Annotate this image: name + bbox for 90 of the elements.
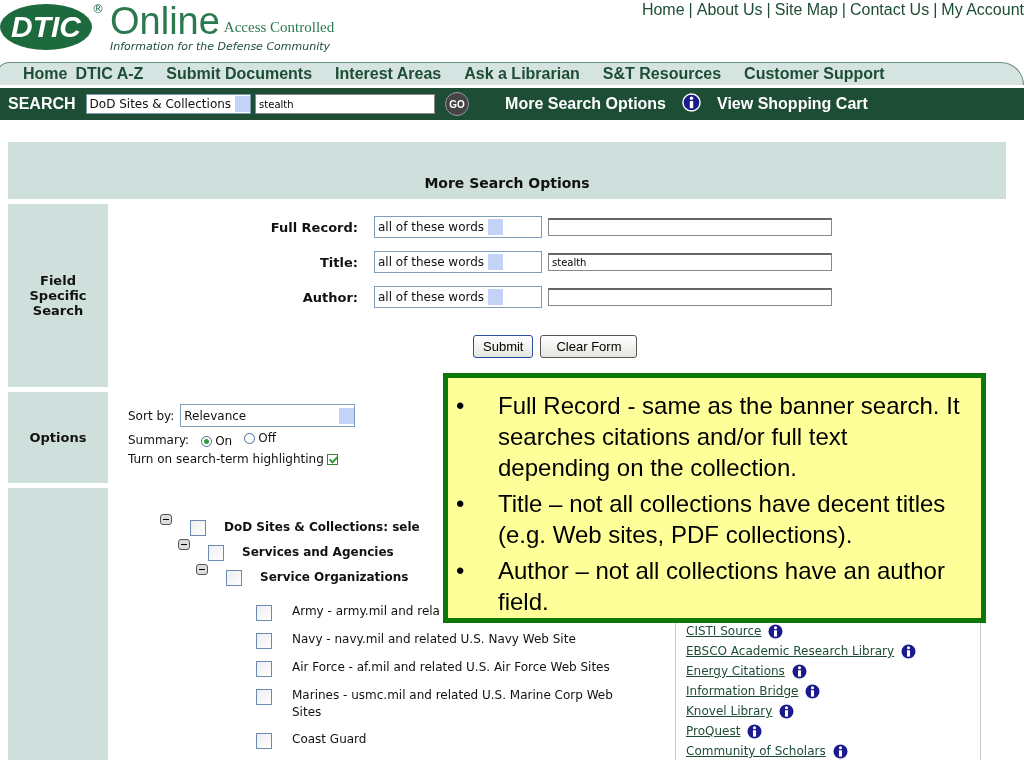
collapse-toggle-icon[interactable] [160, 514, 172, 525]
field-label: Author: [301, 289, 359, 305]
checkbox[interactable] [256, 633, 272, 649]
nav-link[interactable]: Ask a Librarian [464, 65, 580, 83]
section-heading: Field Specific Search [8, 204, 108, 387]
nav-link[interactable]: S&T Resources [602, 65, 722, 83]
scope-dropdown[interactable]: DoD Sites & Collections [85, 94, 252, 114]
radio-label: On [215, 434, 233, 448]
sort-label: Sort by: [128, 408, 175, 423]
resource-link[interactable]: Community of Scholars [686, 744, 826, 758]
top-link[interactable]: Site Map [774, 1, 838, 60]
search-field[interactable]: stealth [255, 94, 436, 114]
checkbox[interactable] [226, 570, 242, 586]
registered-mark: ® [92, 2, 104, 16]
top-link[interactable]: My Account [941, 1, 1024, 60]
search-label: SEARCH [8, 95, 76, 113]
nav-link[interactable]: DTIC A-Z [75, 65, 144, 83]
form-button[interactable]: Clear Form [540, 335, 638, 358]
summary-label: Summary: [128, 432, 190, 447]
separator: | [841, 1, 846, 20]
nav-link[interactable]: Customer Support [744, 65, 885, 83]
checkbox[interactable] [256, 605, 272, 621]
go-button[interactable]: GO [445, 92, 470, 116]
input-field[interactable] [548, 218, 832, 236]
tree-item-label: DoD Sites & Collections: sele [224, 520, 420, 534]
section-heading: Options [8, 392, 108, 483]
form-button[interactable]: Submit [473, 335, 534, 358]
info-icon[interactable] [767, 622, 785, 640]
bullet: • [456, 556, 466, 586]
more-search-options-link[interactable]: More Search Options [505, 95, 666, 113]
match-dropdown[interactable]: all of these words [374, 251, 542, 273]
checkbox[interactable] [208, 545, 224, 561]
nav-link[interactable]: Home [23, 65, 68, 83]
checkbox[interactable] [256, 689, 272, 705]
info-icon[interactable] [804, 682, 822, 700]
collection-label: Navy - navy.mil and related U.S. Navy Web Site [292, 631, 576, 648]
collection-label: Coast Guard [292, 731, 367, 748]
tree-item-label: Service Organizations [260, 570, 409, 584]
collection-label: Army - army.mil and rela [292, 603, 440, 620]
tagline: Information for the Defense Community [110, 40, 332, 53]
info-icon[interactable] [831, 742, 849, 760]
resource-link[interactable]: Knovel Library [686, 704, 773, 718]
separator: | [933, 1, 938, 20]
collection-label: Marines - usmc.mil and related U.S. Marine Corp Web Sites [292, 687, 614, 721]
info-icon[interactable] [682, 93, 701, 112]
input-field[interactable] [548, 288, 832, 306]
match-dropdown[interactable]: all of these words [374, 286, 542, 308]
input-field[interactable]: stealth [548, 253, 832, 271]
field-label: Full Record: [269, 219, 359, 235]
collection-label: Air Force - af.mil and related U.S. Air Force Web Sites [292, 659, 610, 676]
resource-link[interactable]: Energy Citations [686, 664, 785, 678]
access-label: Access Controlled [223, 19, 335, 37]
checkbox[interactable] [256, 733, 272, 749]
shopping-cart-link[interactable]: View Shopping Cart [717, 95, 868, 113]
checkbox[interactable] [190, 520, 206, 536]
collapse-toggle-icon[interactable] [196, 564, 208, 575]
radio-label: Off [258, 431, 276, 445]
note-text: Title – not all collections have decent titles (e.g. Web sites, PDF collections). [498, 489, 947, 550]
top-link[interactable]: Home [641, 1, 685, 60]
checkbox[interactable] [326, 454, 338, 465]
logo-mark[interactable]: DTIC [0, 4, 92, 50]
top-link[interactable]: Contact Us [850, 1, 930, 60]
checkbox[interactable] [256, 661, 272, 677]
info-icon[interactable] [746, 722, 764, 740]
panel-title: More Search Options [8, 142, 1006, 199]
highlight-label: Turn on search-term highlighting [128, 452, 324, 466]
match-dropdown[interactable]: all of these words [374, 216, 542, 238]
bullet: • [456, 391, 466, 421]
bullet: • [456, 489, 466, 519]
resource-link[interactable]: CISTI Source [686, 624, 762, 638]
nav-link[interactable]: Interest Areas [335, 65, 442, 83]
radio-button[interactable] [244, 432, 256, 444]
field-label: Title: [319, 254, 359, 270]
note-text: Full Record - same as the banner search. It searches citations and/or full text depending on the collection. [498, 391, 961, 483]
nav-link[interactable]: Submit Documents [166, 65, 313, 83]
resource-link[interactable]: Information Bridge [686, 684, 799, 698]
resource-link[interactable]: ProQuest [686, 724, 741, 738]
tree-item-label: Services and Agencies [242, 545, 394, 559]
separator: | [688, 1, 693, 20]
site-name: Online [110, 2, 220, 40]
note-text: Author – not all collections have an author field. [498, 556, 946, 617]
radio-button[interactable] [201, 435, 213, 447]
top-link[interactable]: About Us [696, 1, 763, 60]
collapse-toggle-icon[interactable] [178, 539, 190, 550]
sort-dropdown[interactable]: Relevance [180, 404, 356, 427]
info-icon[interactable] [778, 702, 796, 720]
resource-link[interactable]: EBSCO Academic Research Library [686, 644, 895, 658]
separator: | [766, 1, 771, 20]
info-icon[interactable] [790, 662, 808, 680]
info-icon[interactable] [900, 642, 918, 660]
